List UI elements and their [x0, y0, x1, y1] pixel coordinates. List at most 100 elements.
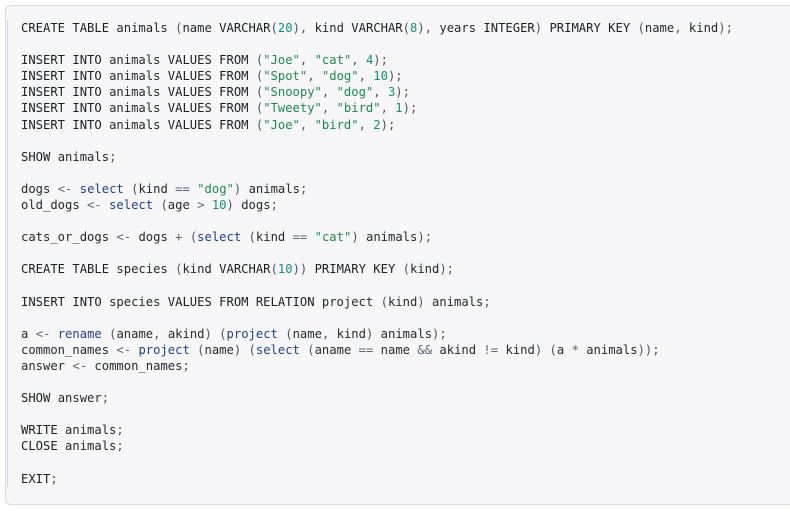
code-token: ;: [50, 471, 58, 486]
code-token: CLOSE: [21, 439, 58, 454]
code-token: name: [380, 342, 411, 357]
code-token: INSERT INTO: [21, 69, 110, 84]
code-token: ) (: [233, 342, 256, 357]
code-token: 2: [373, 117, 381, 132]
code-token: ,: [321, 101, 337, 116]
code-token: VALUES FROM: [167, 53, 249, 68]
code-token: ) (: [534, 342, 557, 357]
code-token: kind: [409, 262, 440, 277]
code-token: (: [630, 21, 645, 35]
code-token: name: [292, 326, 322, 341]
code-token: <-: [87, 198, 102, 213]
code-token: *: [571, 342, 579, 357]
code-token: animals: [65, 423, 117, 438]
code-token: "Tweety": [263, 101, 322, 116]
code-token: VALUES FROM: [167, 69, 249, 84]
code-token: (: [270, 262, 278, 277]
code-token: INTEGER: [483, 21, 535, 35]
code-token: "Joe": [263, 117, 300, 132]
code-token: ==: [175, 181, 190, 196]
code-token: kind: [336, 326, 366, 341]
code-text[interactable]: CREATE TABLE animals (name VARCHAR(20), …: [17, 20, 790, 487]
code-token: dogs: [138, 230, 168, 245]
code-token: VALUES FROM RELATION: [167, 294, 315, 309]
code-token: akind: [439, 342, 477, 357]
code-token: animals: [109, 117, 161, 132]
code-line: answer <- common_names;: [21, 358, 790, 374]
code-token: <-: [35, 326, 51, 341]
code-line: CREATE TABLE species (kind VARCHAR(10)) …: [21, 261, 790, 277]
code-token: answer: [21, 358, 66, 373]
code-token: CREATE TABLE: [21, 21, 117, 35]
code-token: animals: [65, 439, 117, 454]
code-token: animals: [380, 326, 433, 341]
code-token: VARCHAR: [219, 262, 271, 277]
code-token: PRIMARY KEY: [549, 21, 631, 35]
code-token: ): [351, 230, 366, 245]
code-token: ): [534, 21, 550, 35]
code-line: cats_or_dogs <- dogs + (select (kind == …: [21, 229, 790, 245]
code-token: !=: [483, 342, 499, 357]
code-token: CREATE TABLE: [21, 262, 117, 277]
code-token: 1: [395, 101, 403, 116]
code-token: <-: [116, 342, 132, 357]
code-token: SHOW: [21, 391, 51, 406]
code-token: );: [718, 21, 733, 35]
code-token: (: [299, 342, 315, 357]
code-token: (: [248, 101, 264, 116]
code-token: "dog": [197, 181, 234, 196]
code-token: ,: [321, 326, 337, 341]
code-token: ): [417, 294, 432, 309]
code-token: kind: [387, 294, 418, 309]
code-token: akind: [167, 326, 205, 341]
code-token: ;: [109, 149, 117, 164]
code-token: common_names: [21, 342, 110, 357]
code-token: ,: [674, 21, 689, 35]
code-token: VALUES FROM: [167, 117, 249, 132]
code-token: rename: [57, 326, 102, 341]
code-token: ,: [358, 69, 374, 84]
code-token: ;: [299, 181, 308, 196]
code-token: select: [79, 181, 124, 196]
code-block: CREATE TABLE animals (name VARCHAR(20), …: [5, 5, 790, 505]
code-token: animals: [586, 342, 638, 357]
code-token: animals: [109, 101, 161, 116]
code-token: "bird": [336, 101, 381, 116]
code-token: kind: [138, 181, 168, 196]
code-token: ): [233, 181, 249, 196]
code-token: 10: [373, 69, 388, 84]
code-token: kind: [255, 230, 286, 245]
code-token: ;: [182, 358, 190, 373]
code-token: VALUES FROM: [167, 85, 249, 100]
code-token: VALUES FROM: [167, 101, 249, 116]
code-token: name: [182, 21, 212, 35]
code-token: age: [167, 198, 190, 213]
code-token: select: [197, 230, 242, 245]
code-token: select: [255, 342, 300, 357]
code-token: name: [204, 342, 234, 357]
code-token: );: [417, 230, 433, 245]
code-token: kind: [688, 21, 719, 35]
code-line: SHOW answer;: [21, 390, 790, 406]
code-token: "bird": [314, 117, 359, 132]
code-token: cats_or_dogs: [21, 230, 110, 245]
code-token: (: [167, 262, 183, 277]
code-block-body: CREATE TABLE animals (name VARCHAR(20), …: [7, 20, 790, 487]
code-line: INSERT INTO animals VALUES FROM ("Joe", …: [21, 117, 790, 133]
